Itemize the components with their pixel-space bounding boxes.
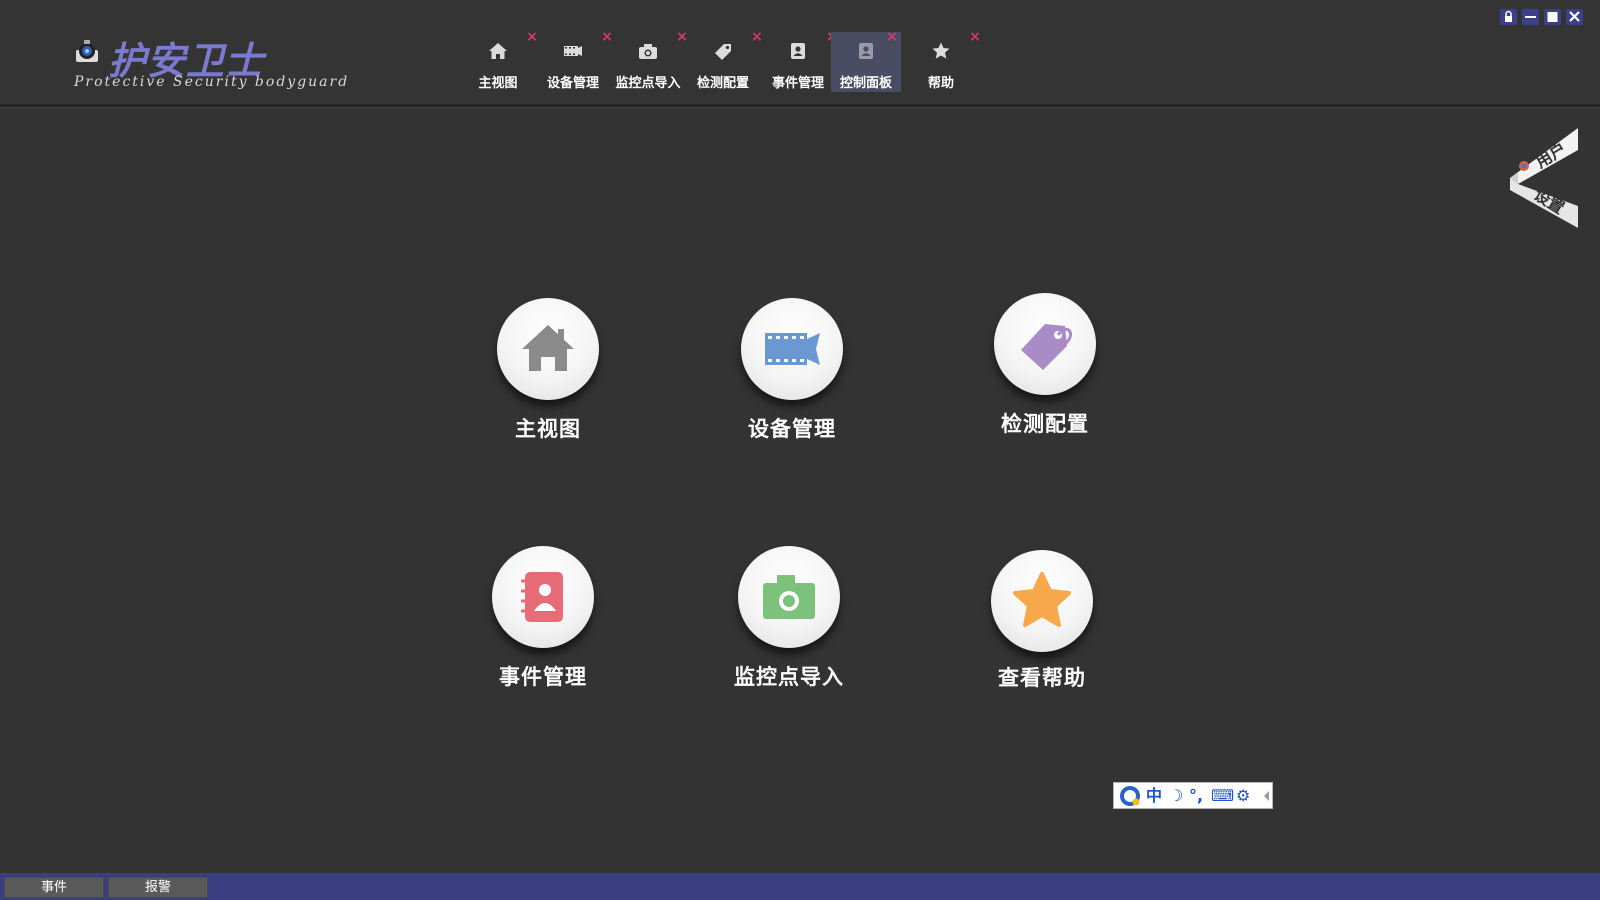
tile-circle [741, 298, 843, 400]
tile-label: 查看帮助 [998, 666, 1086, 690]
star-icon [932, 42, 950, 59]
film-camera-icon [564, 46, 582, 56]
tab-close-icon[interactable]: × [750, 30, 764, 44]
tab-close-icon[interactable]: × [968, 30, 982, 44]
film-camera-icon [765, 333, 820, 365]
tile-label: 事件管理 [499, 665, 587, 689]
tile-label: 监控点导入 [734, 665, 844, 689]
home-icon [489, 43, 507, 59]
tile-device-management[interactable]: 设备管理 [702, 298, 882, 458]
tab-label: 检测配置 [696, 76, 749, 91]
tab-main-view[interactable]: 主视图 × [463, 30, 537, 92]
tab-monitor-point-import[interactable]: 监控点导入 × [613, 30, 687, 92]
ime-punctuation-icon[interactable]: °, [1189, 786, 1203, 806]
tab-device-management[interactable]: 设备管理 × [538, 30, 613, 92]
tile-label: 主视图 [515, 417, 581, 441]
tag-icon [715, 44, 731, 60]
gear-icon[interactable]: ⚙ [1236, 786, 1250, 806]
tile-monitor-point-import[interactable]: 监控点导入 [699, 546, 879, 706]
contact-book-icon [859, 43, 873, 59]
close-icon[interactable] [1566, 9, 1583, 25]
tile-label: 设备管理 [748, 417, 836, 441]
tab-control-panel[interactable]: 控制面板 × [831, 30, 901, 92]
tile-circle [492, 546, 594, 648]
caret-left-icon[interactable] [1262, 790, 1270, 802]
tile-circle [738, 546, 840, 648]
tab-close-icon[interactable]: × [885, 30, 899, 44]
tab-label: 主视图 [478, 76, 518, 91]
tab-label: 帮助 [927, 76, 954, 91]
keyboard-icon[interactable]: ⌨ [1211, 786, 1234, 806]
minimize-icon[interactable] [1522, 9, 1539, 25]
tab-close-icon[interactable]: × [675, 30, 689, 44]
user-settings-ribbon[interactable]: 用户 设置 [1510, 128, 1582, 228]
tab-label: 设备管理 [546, 76, 599, 91]
tile-detection-config[interactable]: 检测配置 [955, 293, 1135, 453]
contact-book-icon [521, 572, 563, 622]
security-camera-icon [76, 40, 98, 62]
tile-main-view[interactable]: 主视图 [458, 298, 638, 458]
contact-book-icon [791, 43, 805, 59]
tile-circle [991, 550, 1093, 652]
tile-circle [497, 298, 599, 400]
ime-chinese-mode-icon[interactable]: 中 [1146, 786, 1162, 806]
events-button[interactable]: 事件 [4, 877, 104, 898]
tile-event-management[interactable]: 事件管理 [453, 546, 633, 706]
alarms-button[interactable]: 报警 [108, 877, 208, 898]
tile-circle [994, 293, 1096, 395]
tab-help[interactable]: 帮助 × [906, 30, 981, 92]
camera-icon [639, 44, 657, 59]
tab-close-icon[interactable]: × [600, 30, 614, 44]
app-logo: 护安卫士 Protective Security bodyguard [74, 30, 347, 100]
tab-label: 控制面板 [839, 76, 892, 91]
tile-view-help[interactable]: 查看帮助 [952, 550, 1132, 710]
camera-icon [763, 575, 815, 619]
tab-close-icon[interactable]: × [525, 30, 539, 44]
maximize-icon[interactable] [1544, 9, 1561, 25]
tab-detection-config[interactable]: 检测配置 × [688, 30, 763, 92]
window-controls [1500, 9, 1585, 25]
tab-label: 监控点导入 [615, 76, 681, 91]
ime-logo-icon [1120, 786, 1140, 806]
status-bar: 事件 报警 [0, 873, 1600, 900]
tile-label: 检测配置 [1001, 412, 1089, 436]
tag-icon [1021, 324, 1072, 370]
home-icon [522, 325, 574, 371]
star-icon [1013, 572, 1071, 627]
app-subtitle: Protective Security bodyguard [74, 74, 350, 90]
title-bar: 护安卫士 Protective Security bodyguard 主视图 ×… [0, 0, 1600, 107]
tab-event-management[interactable]: 事件管理 × [763, 30, 838, 92]
ime-halfwidth-icon[interactable]: ☽ [1169, 786, 1183, 806]
ime-toolbar[interactable]: 中 ☽ °, ⌨ ⚙ [1113, 782, 1273, 809]
lock-icon[interactable] [1500, 9, 1517, 25]
